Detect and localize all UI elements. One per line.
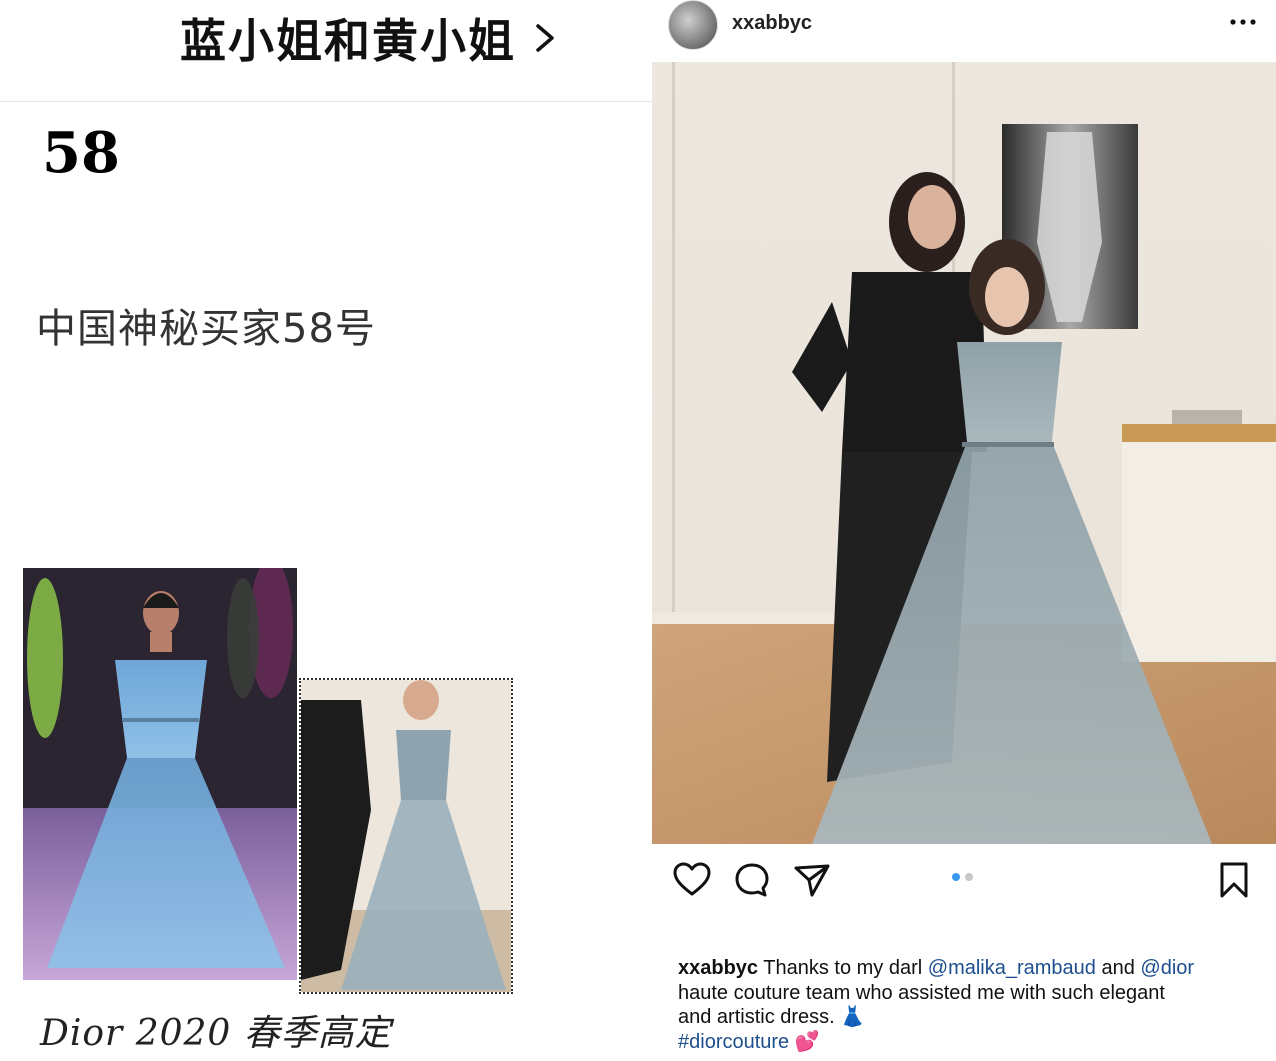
instagram-thumbnail (299, 678, 513, 994)
post-header: xxabbyc (652, 0, 1276, 62)
paper-plane-icon[interactable] (792, 860, 832, 900)
account-link[interactable]: 蓝小姐和黄小姐 (180, 6, 558, 70)
post-caption: xxabbyc Thanks to my darl @malika_rambau… (678, 956, 1258, 1054)
post-username[interactable]: xxabbyc (732, 12, 812, 35)
caption-line-1: xxabbyc Thanks to my darl @malika_rambau… (678, 956, 1258, 981)
runway-photo (23, 568, 297, 980)
instagram-post: xxabbyc xxabbyc Thanks to my darl @malik… (652, 0, 1276, 1061)
article-panel: 蓝小姐和黄小姐 58 中国神秘买家58号 Dior 2020 春季高定 (0, 0, 652, 1061)
post-photo[interactable] (652, 62, 1276, 844)
item-subtitle: 中国神秘买家58号 (36, 306, 376, 352)
heart-icon[interactable] (672, 860, 712, 900)
caption-username[interactable]: xxabbyc (678, 957, 758, 979)
caption-text: Thanks to my darl (758, 957, 928, 979)
carousel-dot-active (952, 873, 960, 881)
hashtag-link[interactable]: #diorcouture (678, 1031, 789, 1053)
photo-caption: Dior 2020 春季高定 (40, 1013, 392, 1054)
post-actions (652, 856, 1276, 904)
comment-icon[interactable] (732, 860, 772, 900)
more-horizontal-icon[interactable] (1228, 10, 1258, 34)
carousel-indicator (952, 873, 973, 881)
caption-line-3: and artistic dress. 👗 (678, 1005, 1258, 1030)
bookmark-icon[interactable] (1214, 860, 1254, 900)
mention-link[interactable]: @dior (1140, 957, 1194, 979)
caption-text: and artistic dress. (678, 1006, 841, 1028)
account-name: 蓝小姐和黄小姐 (180, 14, 516, 68)
mention-link[interactable]: @malika_rambaud (928, 957, 1096, 979)
avatar[interactable] (668, 0, 718, 50)
caption-line-4: #diorcouture 💕 (678, 1030, 1258, 1055)
caption-line-2: haute couture team who assisted me with … (678, 981, 1165, 1004)
carousel-dot (965, 873, 973, 881)
chevron-right-icon (530, 18, 558, 58)
caption-text: and (1095, 957, 1141, 979)
item-number: 58 (42, 120, 120, 186)
dress-emoji: 👗 (840, 1006, 866, 1028)
header-divider (0, 101, 652, 102)
hearts-emoji: 💕 (794, 1030, 820, 1053)
